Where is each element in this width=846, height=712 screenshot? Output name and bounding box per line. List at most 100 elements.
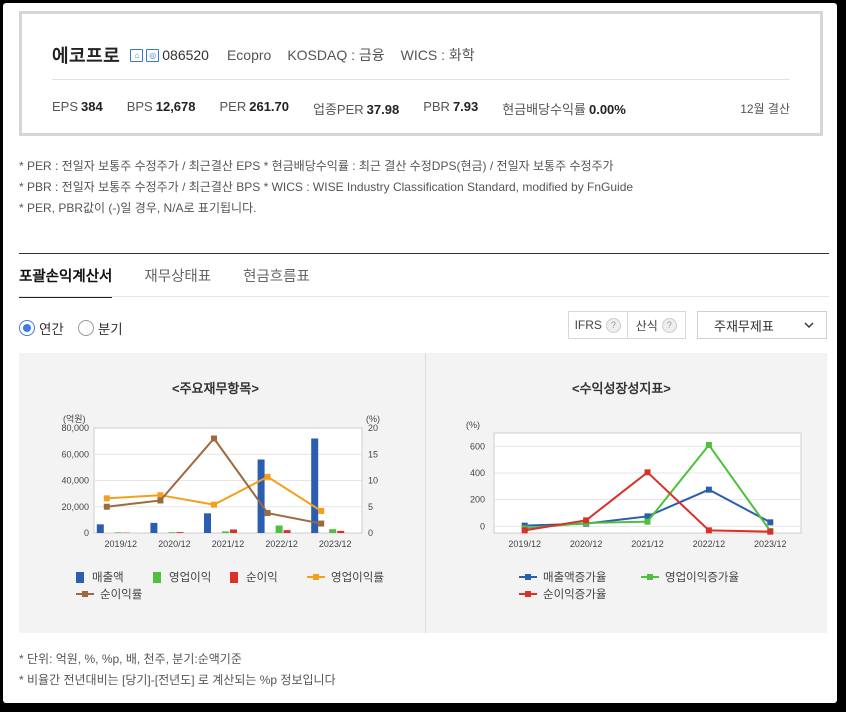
data-point: [767, 528, 774, 535]
legend-swatch: [76, 591, 94, 597]
data-point: [583, 517, 590, 524]
y-tick-label: 0: [84, 528, 89, 538]
statement-tabs: 포괄손익계산서 재무상태표 현금흐름표: [19, 265, 342, 298]
x-tick-label: 2023/12: [754, 539, 787, 549]
divider: [52, 79, 790, 80]
bar-operating-profit: [222, 531, 229, 533]
metric-per: PER 261.70: [219, 99, 290, 114]
y-tick-label: 200: [470, 495, 485, 505]
help-icon[interactable]: ?: [661, 317, 677, 333]
y-tick-label: 0: [480, 521, 485, 531]
chart-panels: <주요재무항목> <수익성장성지표> 80,000 60,000 40,000 20,…: [19, 353, 827, 633]
y-tick-label: 600: [470, 441, 485, 451]
legend-swatch: [307, 574, 325, 580]
legend-item: 영업이익률: [307, 569, 384, 585]
bar-sales: [96, 524, 104, 533]
y2-tick-label: 10: [368, 476, 378, 486]
legend-item: 순이익: [230, 569, 278, 585]
metrics-row: EPS 384 BPS 12,678 PER 261.70 업종PER 37.98 PB…: [52, 99, 650, 118]
footnote-line: * 비율간 전년대비는 [당기]-[전년도] 로 계산되는 %p 정보입니다: [19, 673, 336, 687]
metric-sector-per: 업종PER 37.98: [313, 102, 400, 117]
bar-net-profit: [230, 529, 237, 533]
tab-balance-sheet[interactable]: 재무상태표: [144, 265, 211, 298]
bar-sales: [150, 522, 158, 533]
ifrs-button[interactable]: IFRS?: [569, 312, 627, 338]
stock-name-row: 에코프로 ⌂ ◎ 086520 Ecopro KOSDAQ : 금융 WICS …: [52, 42, 491, 68]
x-tick-label: 2022/12: [693, 539, 726, 549]
y2-tick-label: 5: [368, 502, 373, 512]
period-toggle: 연간 분기: [19, 318, 137, 338]
data-point: [157, 497, 164, 504]
data-point: [264, 473, 271, 480]
data-point: [103, 503, 110, 510]
data-point: [264, 510, 271, 517]
settlement-label: 12월 결산: [740, 102, 790, 116]
y-tick-label: 400: [470, 468, 485, 478]
data-point: [318, 507, 325, 514]
legend-item: 매출액: [76, 569, 124, 585]
legend-swatch: [76, 571, 84, 583]
y2-axis-label: (%): [366, 414, 380, 424]
note-line: * PER, PBR값이 (-)일 경우, N/A로 표기됩니다.: [19, 201, 257, 215]
tab-income-statement[interactable]: 포괄손익계산서: [19, 265, 113, 298]
radio-unselected-icon[interactable]: [77, 320, 94, 336]
metric-bps: BPS 12,678: [126, 99, 196, 114]
bar-net-profit: [337, 530, 345, 533]
english-name: Ecopro: [226, 47, 272, 63]
ir-icon[interactable]: ◎: [146, 48, 160, 62]
bar-operating-profit: [168, 532, 176, 533]
quarter-radio[interactable]: 분기: [77, 318, 123, 338]
bar-operating-profit: [329, 529, 337, 533]
chart1-title: <주요재무항목>: [172, 381, 259, 396]
data-point: [644, 518, 651, 525]
tab-cash-flow[interactable]: 현금흐름표: [243, 265, 310, 298]
panel-divider: [425, 353, 426, 633]
data-point: [521, 527, 528, 534]
x-tick-label: 2021/12: [212, 539, 245, 549]
stock-summary-box: 에코프로 ⌂ ◎ 086520 Ecopro KOSDAQ : 금융 WICS …: [19, 11, 823, 136]
x-tick-label: 2021/12: [631, 539, 664, 549]
x-tick-label: 2019/12: [105, 539, 138, 549]
chart2-title: <수익성장성지표>: [572, 381, 671, 396]
bar-net-profit: [283, 530, 291, 533]
footnote-line: * 단위: 억원, %, %p, 배, 천주, 분기:순액기준: [19, 652, 242, 666]
bar-net-profit: [176, 532, 184, 533]
bar-operating-profit: [275, 525, 283, 533]
page-frame: 에코프로 ⌂ ◎ 086520 Ecopro KOSDAQ : 금융 WICS …: [3, 3, 837, 703]
legend-swatch: [519, 574, 537, 580]
y-tick-label: 40,000: [61, 476, 89, 486]
notes: * PER : 전일자 보통주 수정주가 / 최근결산 EPS * 현금배당수익…: [19, 156, 633, 219]
radio-selected-icon[interactable]: [19, 320, 35, 336]
data-point: [705, 527, 712, 534]
legend-swatch: [641, 574, 659, 580]
bar-sales: [257, 459, 265, 533]
legend-item: 매출액증가율: [519, 569, 606, 585]
legend-item: 영업이익증가율: [641, 569, 739, 585]
y2-tick-label: 20: [368, 423, 378, 433]
option-buttons: IFRS? 산식?: [568, 311, 686, 339]
data-point: [211, 501, 217, 508]
metric-dividend-yield: 현금배당수익률 0.00%: [502, 102, 626, 117]
note-line: * PER : 전일자 보통주 수정주가 / 최근결산 EPS * 현금배당수익…: [19, 159, 614, 173]
x-tick-label: 2022/12: [265, 539, 298, 549]
x-tick-label: 2020/12: [570, 539, 603, 549]
y-axis-label: (%): [466, 420, 480, 430]
growth-indicators-chart: 600 400 200 0 (%) 2019/12 2020/12 2021/12 2022/1…: [466, 420, 802, 549]
company-name: 에코프로: [52, 46, 121, 66]
formula-button[interactable]: 산식?: [626, 312, 686, 338]
legend-swatch: [519, 591, 537, 597]
statement-type-select[interactable]: 주재무제표: [697, 311, 827, 339]
annual-radio[interactable]: 연간: [19, 318, 64, 338]
wics-label: WICS : 화학: [400, 47, 475, 63]
home-icon[interactable]: ⌂: [130, 48, 144, 62]
footnotes: * 단위: 억원, %, %p, 배, 천주, 분기:순액기준 * 비율간 전년…: [19, 649, 336, 691]
tabs-bottom-border: [19, 296, 829, 297]
legend-item: 순이익증가율: [519, 586, 606, 602]
data-point: [318, 520, 325, 527]
bar-sales: [311, 438, 319, 533]
help-icon[interactable]: ?: [605, 317, 621, 333]
bar-operating-profit: [114, 532, 122, 533]
x-tick-label: 2019/12: [508, 539, 541, 549]
data-point: [211, 435, 217, 442]
y-tick-label: 20,000: [61, 502, 89, 512]
